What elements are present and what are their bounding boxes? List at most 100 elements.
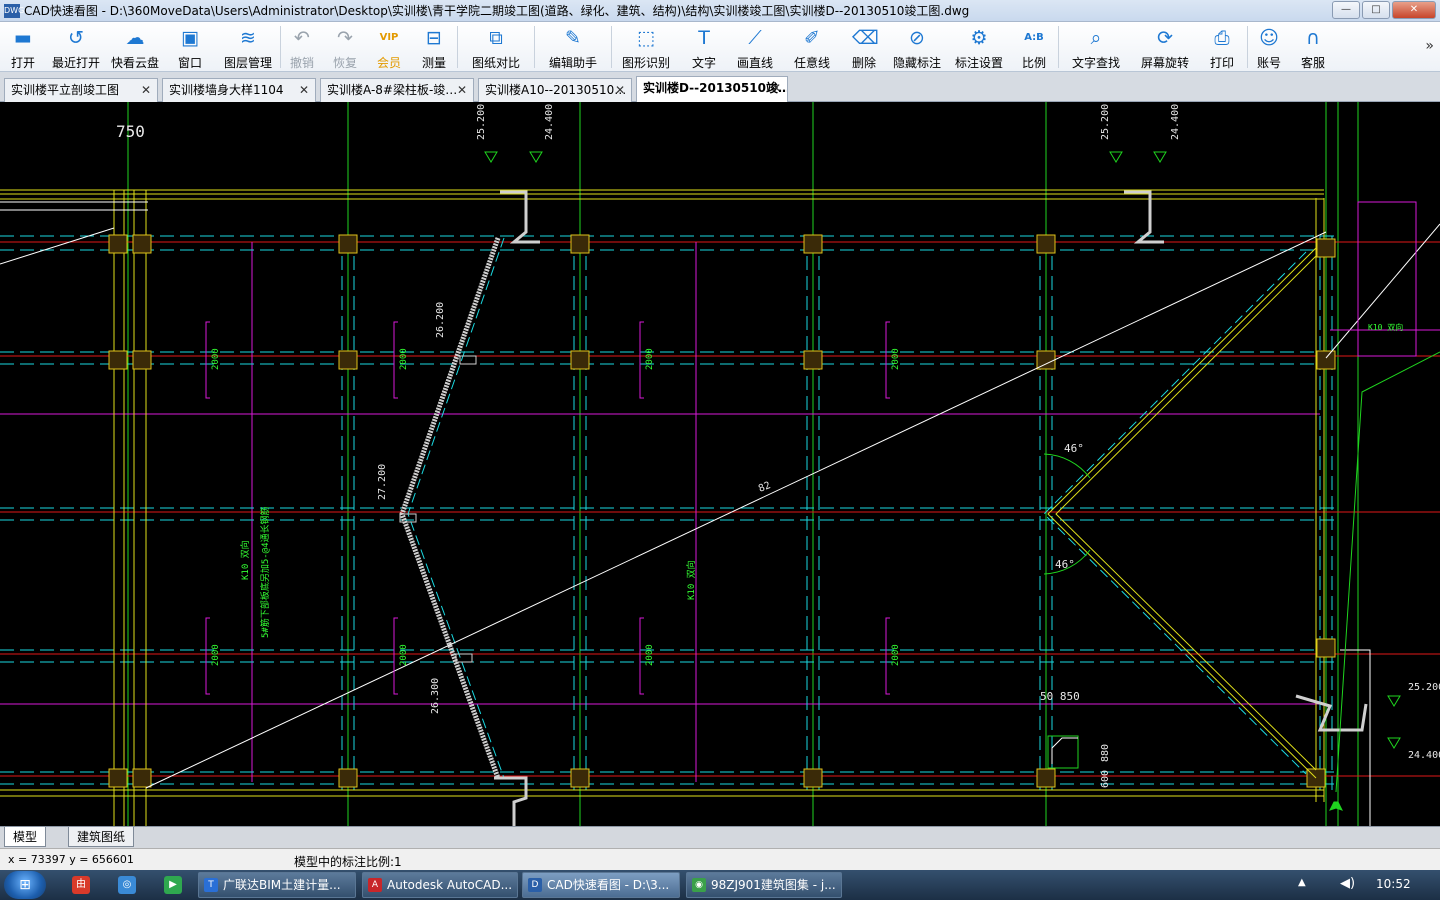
toolbar-history-button[interactable]: ↺ 最近打开 [46, 22, 106, 72]
tab-model[interactable]: 模型 [4, 827, 47, 847]
toolbar-layers-button[interactable]: ≋ 图层管理 [216, 22, 280, 72]
toolbar-vip-button[interactable]: VIP 会员 [367, 22, 411, 72]
close-tab-icon[interactable]: ✕ [457, 79, 467, 101]
column [803, 234, 823, 254]
document-tab-5[interactable]: 实训楼D--20130510竣… ✕ [636, 76, 788, 102]
tab-architectural-drawings[interactable]: 建筑图纸 [68, 827, 135, 847]
app-red-icon[interactable]: 由 [72, 876, 90, 894]
minimize-button[interactable]: — [1332, 1, 1360, 19]
toolbar-text-button[interactable]: T 文字 [680, 22, 728, 72]
elevation-24400-c: 24.400 [1408, 750, 1440, 761]
start-button[interactable]: ⊞ [4, 871, 46, 899]
toolbar-annotation-settings-button[interactable]: ⚙ 标注设置 [948, 22, 1010, 72]
column [338, 350, 358, 370]
elevation-24400-b: 24.400 [1170, 104, 1181, 140]
toolbar-printer-button[interactable]: ⎙ 打印 [1197, 22, 1247, 72]
rebar-bracket [639, 321, 644, 399]
volume-icon[interactable]: ◀) [1340, 876, 1355, 891]
rotate-icon: ⟳ [1157, 27, 1173, 49]
close-tab-icon[interactable]: ✕ [771, 77, 781, 99]
toolbar-button-label: 账号 [1256, 56, 1281, 70]
elevation-24400-a: 24.400 [544, 104, 555, 140]
document-tab-4[interactable]: 实训楼A10--20130510… ✕ [478, 78, 632, 102]
toolbar-ruler-button[interactable]: ⊟ 测量 [411, 22, 457, 72]
toolbar-button-label: 快看云盘 [110, 56, 159, 70]
column [1316, 638, 1336, 658]
taskbar-task-glodon[interactable]: T 广联达BIM土建计量... [198, 872, 356, 898]
column [132, 768, 152, 788]
document-tab-3[interactable]: 实训楼A-8#梁柱板-竣… ✕ [320, 78, 474, 102]
toolbar-window-button[interactable]: ▣ 窗口 [164, 22, 216, 72]
rebar-bracket [885, 617, 890, 695]
eraser-icon: ⌫ [852, 27, 879, 49]
toolbar-headset-button[interactable]: ∩ 客服 [1290, 22, 1336, 72]
taskbar-task-label: 98ZJ901建筑图集 - j... [711, 878, 836, 892]
drawing-canvas[interactable]: 750 25.200 24.400 25.200 24.400 26.200 2… [0, 102, 1440, 826]
annotation-settings-icon: ⚙ [970, 27, 988, 49]
toolbar-button-label: 删除 [851, 56, 876, 70]
north-marker [1329, 801, 1343, 811]
main-toolbar: ▬ 打开 ↺ 最近打开 ☁ 快看云盘 ▣ 窗口 ≋ 图层管理 ↶ 撤销 ↷ 恢复 VIP 会员 ⊟ 测量 ⧉ 图纸对比… [0, 22, 1440, 72]
compare-icon: ⧉ [489, 27, 503, 49]
close-button[interactable]: ✕ [1392, 1, 1436, 19]
taskbar-task-autocad[interactable]: A Autodesk AutoCAD... [362, 872, 518, 898]
layers-icon: ≋ [240, 27, 256, 49]
toolbar-button-label: 编辑助手 [548, 56, 597, 70]
edit-assistant-icon: ✎ [565, 27, 581, 49]
toolbar-redo-button[interactable]: ↷ 恢复 [323, 22, 367, 72]
toolbar-more-button[interactable]: » [1425, 38, 1434, 54]
toolbar-folder-open-button[interactable]: ▬ 打开 [0, 22, 46, 72]
toolbar-cloud-button[interactable]: ☁ 快看云盘 [106, 22, 164, 72]
taskbar-task-cad-viewer[interactable]: D CAD快速看图 - D:\3... [522, 872, 680, 898]
rebar-length-2000-a: 2000 [211, 348, 221, 370]
toolbar-undo-button[interactable]: ↶ 撤销 [281, 22, 323, 72]
ruler-icon: ⊟ [426, 27, 442, 49]
close-tab-icon[interactable]: ✕ [299, 79, 309, 101]
toolbar-scale-button[interactable]: A:B 比例 [1010, 22, 1058, 72]
cad-drawing[interactable]: 750 25.200 24.400 25.200 24.400 26.200 2… [0, 102, 1440, 826]
elevation-marker [455, 653, 473, 663]
column [132, 350, 152, 370]
wall-line [1340, 649, 1371, 826]
toolbar-compare-button[interactable]: ⧉ 图纸对比 [458, 22, 534, 72]
toolbar-user-button[interactable]: ☺ 账号 [1248, 22, 1290, 72]
toolbar-edit-assistant-button[interactable]: ✎ 编辑助手 [535, 22, 611, 72]
close-tab-icon[interactable]: ✕ [615, 79, 625, 101]
glodon-icon: T [204, 878, 218, 892]
document-tab-2[interactable]: 实训楼墙身大样1104 ✕ [162, 78, 316, 102]
document-tab-1[interactable]: 实训楼平立剖竣工图 ✕ [4, 78, 158, 102]
rebar-bracket [205, 617, 210, 695]
maximize-button[interactable]: □ [1362, 1, 1390, 19]
rebar-bracket [639, 617, 644, 695]
toolbar-pencil-button[interactable]: ✐ 任意线 [782, 22, 842, 72]
close-tab-icon[interactable]: ✕ [141, 79, 151, 101]
toolbar-text-search-button[interactable]: ⌕ 文字查找 [1059, 22, 1133, 72]
column [338, 768, 358, 788]
media-player-icon[interactable]: ▶ [164, 876, 182, 894]
rebar-bracket [885, 321, 890, 399]
toolbar-button-label: 测量 [421, 56, 446, 70]
toolbar-eye-hidden-button[interactable]: ⊘ 隐藏标注 [886, 22, 948, 72]
toolbar-button-label: 最近打开 [51, 56, 100, 70]
document-tab-label: 实训楼墙身大样1104 [169, 83, 284, 97]
cad-viewer-icon: D [528, 878, 542, 892]
browser-icon[interactable]: ◎ [118, 876, 136, 894]
elevation-25200-b: 25.200 [1100, 104, 1111, 140]
detail-profile [1051, 737, 1078, 764]
toolbar-eraser-button[interactable]: ⌫ 删除 [842, 22, 886, 72]
elevation-25200-a: 25.200 [476, 104, 487, 140]
elevation-marker [529, 151, 543, 163]
redo-icon: ↷ [337, 27, 353, 49]
elevation-marker [484, 151, 498, 163]
taskbar-task-chrome[interactable]: ◉ 98ZJ901建筑图集 - j... [686, 872, 842, 898]
show-hidden-icons-button[interactable]: ▲ [1298, 877, 1306, 888]
clock[interactable]: 10:52 [1376, 877, 1411, 891]
toolbar-shape-recognition-button[interactable]: ⬚ 图形识别 [612, 22, 680, 72]
column [1036, 234, 1056, 254]
eye-hidden-icon: ⊘ [909, 27, 925, 49]
document-tab-label: 实训楼D--20130510竣… [643, 81, 788, 95]
toolbar-rotate-button[interactable]: ⟳ 屏幕旋转 [1133, 22, 1197, 72]
toolbar-button-label: 任意线 [793, 56, 830, 70]
text-icon: T [698, 27, 710, 49]
toolbar-line-button[interactable]: ⟋ 画直线 [728, 22, 782, 72]
